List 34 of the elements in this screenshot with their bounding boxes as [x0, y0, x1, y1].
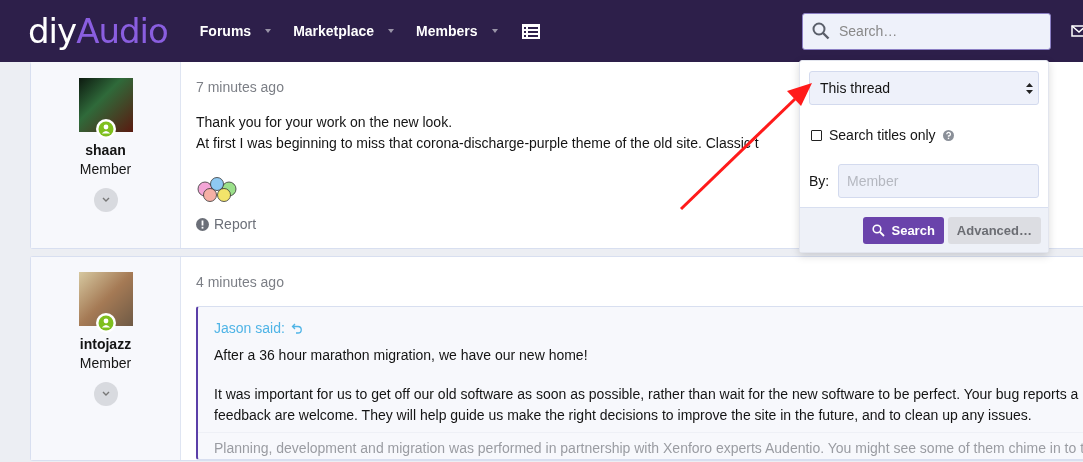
- sort-arrows-icon: [1026, 82, 1033, 94]
- post-timestamp[interactable]: 7 minutes ago: [196, 79, 284, 95]
- search-field[interactable]: Search…: [802, 12, 1051, 50]
- nav-menu-link[interactable]: Members: [416, 23, 498, 39]
- post-timestamp[interactable]: 4 minutes ago: [196, 274, 284, 290]
- advanced-button[interactable]: Advanced…: [947, 216, 1041, 244]
- search-icon: [872, 223, 886, 237]
- quote-text: feedback are welcome. They will help guide us make the right decisions to improve the site in the future, and to clean up any issues.: [214, 406, 1033, 425]
- post-text: Thank you for your work on the new look.: [196, 113, 454, 132]
- user-title: Member: [79, 355, 132, 371]
- alert-icon: [196, 217, 209, 231]
- search-button[interactable]: Search: [863, 216, 944, 244]
- list-icon[interactable]: [521, 23, 540, 39]
- nav-menu-link[interactable]: Marketplace: [293, 23, 395, 39]
- by-label: By:: [809, 172, 831, 189]
- report-link[interactable]: Report: [196, 216, 257, 232]
- search-scope-select[interactable]: This thread: [809, 71, 1039, 105]
- titles-only-checkbox[interactable]: Search titles only: [811, 127, 936, 143]
- mail-icon[interactable]: [1071, 25, 1083, 37]
- search-icon: [812, 21, 830, 40]
- chevron-down-icon: [100, 391, 111, 397]
- post-text: At first I was beginning to miss that corona-discharge-purple theme of the old site. Classic t: [196, 134, 760, 153]
- member-input-field[interactable]: Member: [838, 163, 1039, 198]
- avatar-photo-placeholder[interactable]: [78, 78, 133, 132]
- site-logo[interactable]: diyAudio: [28, 14, 168, 48]
- username-link[interactable]: intojazz: [79, 336, 132, 352]
- reply-arrow-icon: [290, 322, 303, 334]
- quote-text: It was important for us to get off our old software as soon as possible, rather than wait for the new software to be perfect. Your bug reports a: [214, 385, 1080, 404]
- chevron-down-icon: [100, 197, 111, 203]
- nav-menu-link[interactable]: Forums: [199, 23, 272, 39]
- user-title: Member: [79, 161, 132, 177]
- quote-text: After a 36 hour marathon migration, we have our new home!: [214, 346, 589, 365]
- help-icon[interactable]: [943, 130, 954, 141]
- username-link[interactable]: shaan: [85, 142, 126, 158]
